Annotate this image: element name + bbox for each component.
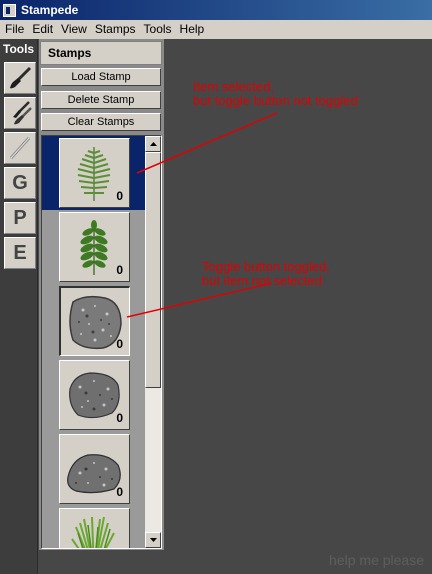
stamp-count: 0: [116, 337, 123, 351]
stamp-count: 0: [116, 411, 123, 425]
line-tool-button[interactable]: [4, 132, 36, 164]
tool-p-button[interactable]: P: [4, 202, 36, 234]
menu-help[interactable]: Help: [176, 20, 209, 39]
menu-bar: File Edit View Stamps Tools Help: [0, 20, 432, 39]
title-bar: Stampede: [0, 0, 432, 20]
brush-tool-button[interactable]: [4, 62, 36, 94]
annotation-first: Item selected, but toggle button not tog…: [193, 80, 358, 108]
stamp-count: 0: [116, 263, 123, 277]
line-icon: [9, 136, 31, 160]
rock-stamp-image: [69, 372, 120, 419]
menu-file[interactable]: File: [0, 20, 28, 39]
menu-stamps[interactable]: Stamps: [91, 20, 140, 39]
stamp-toggle-button[interactable]: 0: [59, 138, 130, 208]
multi-brush-tool-button[interactable]: [4, 97, 36, 129]
stamp-count: 0: [116, 189, 123, 203]
annotation-second: Toggle button toggled, but item not sele…: [202, 260, 330, 288]
stamp-list-item[interactable]: 0: [42, 210, 145, 284]
delete-stamp-button[interactable]: Delete Stamp: [41, 91, 161, 109]
arrow-up-icon: [149, 142, 157, 146]
stamp-toggle-button[interactable]: 0: [59, 286, 130, 356]
stamp-list-item[interactable]: 0: [42, 136, 145, 210]
stamp-list[interactable]: 0 0 0 0 0: [41, 135, 162, 549]
stamp-list-item[interactable]: [42, 506, 145, 548]
fern-stamp-image: [77, 147, 111, 201]
load-stamp-button[interactable]: Load Stamp: [41, 68, 161, 86]
tools-panel: Tools G P E: [0, 39, 38, 574]
stamps-header: Stamps: [40, 41, 162, 65]
stamp-toggle-button[interactable]: [59, 508, 130, 548]
grass-stamp-image: [71, 516, 115, 548]
menu-edit[interactable]: Edit: [28, 20, 57, 39]
brushes-icon: [13, 101, 32, 125]
arrow-down-icon: [149, 538, 157, 542]
annotation-first-line2: but toggle button not toggled: [193, 93, 358, 108]
rock-stamp-image: [67, 454, 121, 494]
stamp-list-scrollbar[interactable]: [145, 136, 161, 548]
stamp-toggle-button[interactable]: 0: [59, 434, 130, 504]
help-text: help me please: [329, 552, 424, 568]
scroll-thumb[interactable]: [145, 152, 161, 388]
annotation-second-line1: Toggle button toggled,: [202, 259, 330, 274]
annotation-first-line1: Item selected,: [193, 79, 274, 94]
brush-icon: [10, 66, 32, 89]
stamp-list-item[interactable]: 0: [42, 284, 145, 358]
stamp-list-item[interactable]: 0: [42, 358, 145, 432]
annotation-second-line2: but item not selected: [202, 273, 322, 288]
tool-g-button[interactable]: G: [4, 167, 36, 199]
stamp-count: 0: [116, 485, 123, 499]
window-title: Stampede: [21, 3, 79, 17]
leaf-stamp-image: [80, 220, 108, 275]
menu-tools[interactable]: Tools: [140, 20, 176, 39]
scroll-down-button[interactable]: [145, 532, 161, 548]
stamp-toggle-button[interactable]: 0: [59, 212, 130, 282]
menu-view[interactable]: View: [57, 20, 91, 39]
scroll-up-button[interactable]: [145, 136, 161, 152]
stamp-list-item[interactable]: 0: [42, 432, 145, 506]
tools-header: Tools: [3, 42, 35, 56]
tool-e-button[interactable]: E: [4, 237, 36, 269]
clear-stamps-button[interactable]: Clear Stamps: [41, 113, 161, 131]
app-icon: [3, 3, 16, 17]
stamps-panel: Stamps Load Stamp Delete Stamp Clear Sta…: [39, 39, 164, 550]
stamp-toggle-button[interactable]: 0: [59, 360, 130, 430]
